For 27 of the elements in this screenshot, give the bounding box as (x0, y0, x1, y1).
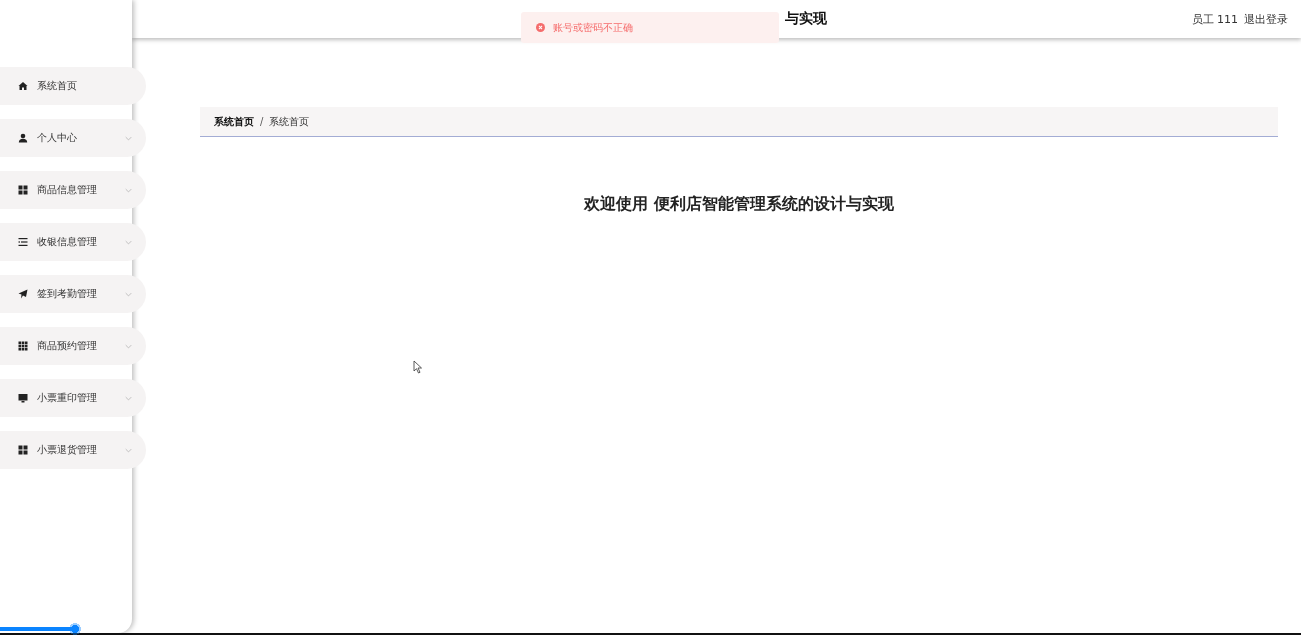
menu-item[interactable]: 个人中心 (0, 119, 146, 157)
user-icon (18, 133, 28, 143)
menu-item[interactable]: 收银信息管理 (0, 223, 146, 261)
welcome-heading: 欢迎使用 便利店智能管理系统的设计与实现 (583, 194, 895, 215)
list-icon (18, 237, 28, 247)
menu-item[interactable]: 小票退货管理 (0, 431, 146, 469)
error-message: 账号或密码不正确 (553, 20, 633, 35)
grid-icon (18, 341, 28, 351)
menu-item[interactable]: 签到考勤管理 (0, 275, 146, 313)
paper-plane-icon (18, 289, 28, 299)
progress-fill[interactable] (0, 623, 81, 635)
home-icon (18, 81, 28, 91)
menu-item[interactable]: 商品预约管理 (0, 327, 146, 365)
menu-item[interactable]: 系统首页 (0, 67, 146, 105)
page-title: 与实现 (785, 10, 827, 28)
monitor-icon (18, 393, 28, 403)
menu-item[interactable]: 小票重印管理 (0, 379, 146, 417)
pointer-icon (413, 360, 423, 374)
error-icon (536, 23, 545, 32)
user-label: 员工 111 (1191, 11, 1238, 27)
grid-icon (18, 445, 28, 455)
grid-icon (18, 185, 28, 195)
logout-link[interactable]: 退出登录 (1244, 11, 1288, 27)
breadcrumb-link[interactable]: 系统首页 (269, 114, 310, 129)
breadcrumb-separator: / (260, 116, 264, 127)
breadcrumb-link[interactable]: 系统首页 (214, 114, 254, 129)
menu-item[interactable]: 商品信息管理 (0, 171, 146, 209)
